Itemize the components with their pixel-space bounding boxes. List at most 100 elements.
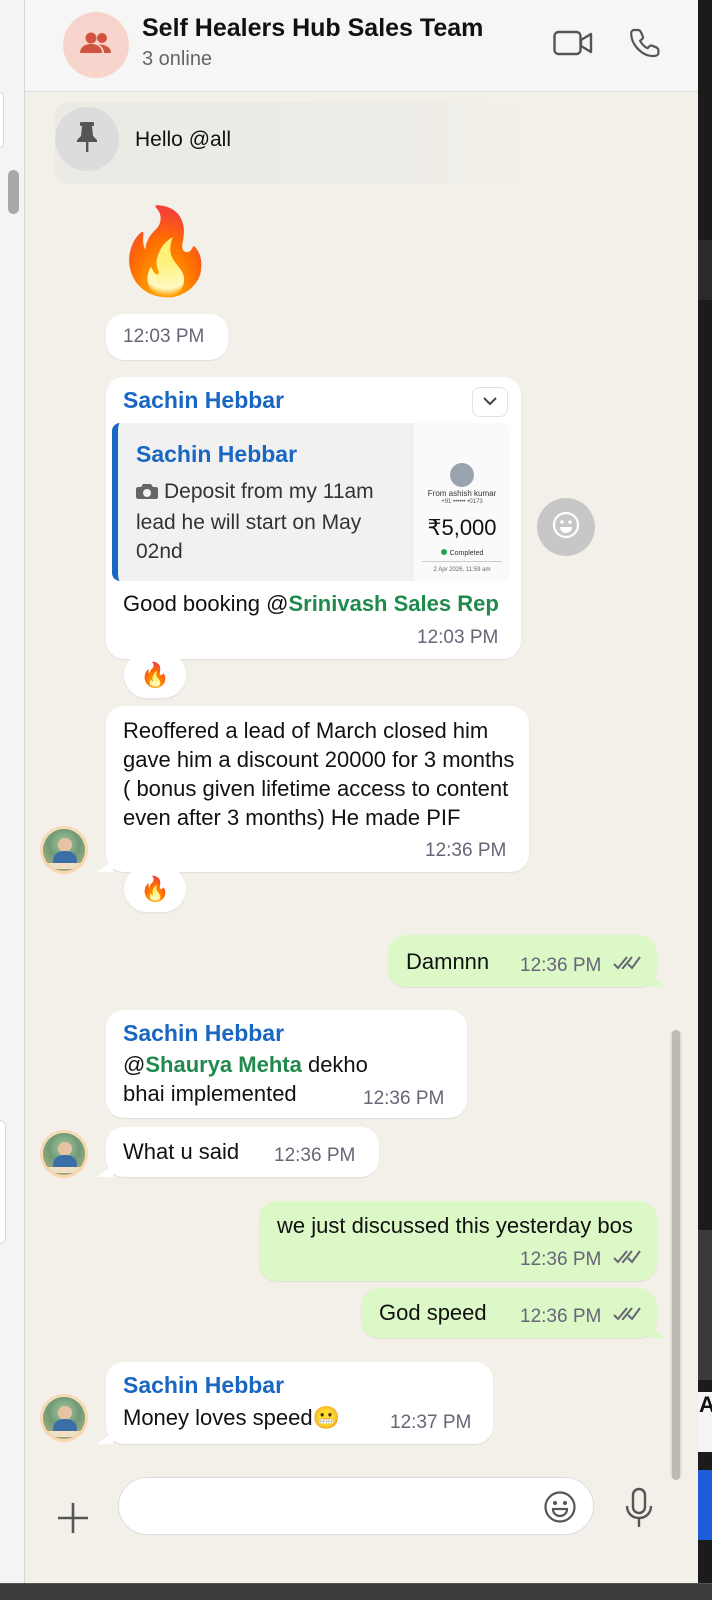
- double-check-icon: [612, 1306, 641, 1328]
- add-reaction-button[interactable]: [537, 498, 595, 556]
- mention-link[interactable]: Shaurya Mehta: [145, 1052, 302, 1077]
- message-text: we just discussed this yesterday bos: [277, 1213, 633, 1238]
- message-time: 12:37 PM: [390, 1412, 472, 1433]
- voice-call-button[interactable]: [629, 28, 663, 62]
- pinned-message-text: Hello @all: [135, 128, 232, 151]
- sender-avatar[interactable]: [40, 1394, 88, 1442]
- background-window-edge: A: [698, 0, 712, 1583]
- pin-icon: [73, 120, 101, 159]
- chat-scrollbar-thumb[interactable]: [672, 1030, 680, 1480]
- bubble-tail: [650, 975, 666, 987]
- background-window-fragment: [698, 1470, 712, 1540]
- thumbnail-date: 2 Apr 2026, 11:59 am: [433, 567, 491, 573]
- voice-message-button[interactable]: [623, 1487, 655, 1534]
- message-text-prefix: Good booking @: [123, 591, 289, 616]
- message-text: What u said: [123, 1139, 240, 1164]
- large-emoji-message[interactable]: 🔥: [113, 196, 218, 306]
- message-text: Money loves speed😬: [123, 1405, 340, 1430]
- thumbnail-from-text: From ashish kumar: [427, 489, 497, 498]
- message-time: 12:36 PM: [520, 1249, 641, 1271]
- message-time: 12:36 PM: [520, 955, 641, 977]
- pinned-message-banner[interactable]: Hello @all: [55, 102, 545, 184]
- reaction-badge[interactable]: 🔥: [124, 866, 186, 912]
- outgoing-message[interactable]: Damnnn 12:36 PM: [388, 935, 666, 987]
- message-text: Damnnn: [406, 949, 490, 974]
- video-camera-icon: [553, 29, 593, 62]
- sender-avatar[interactable]: [40, 1130, 88, 1178]
- outgoing-message[interactable]: God speed 12:36 PM: [361, 1288, 666, 1338]
- thumbnail-divider: [422, 561, 502, 562]
- reaction-badge[interactable]: 🔥: [124, 652, 186, 698]
- message-time: 12:03 PM: [417, 627, 499, 648]
- message-time-text: 12:36 PM: [520, 955, 602, 977]
- emoji-button[interactable]: [541, 1490, 579, 1528]
- chevron-down-icon: [482, 393, 498, 411]
- bubble-tail: [650, 1326, 666, 1338]
- mention-prefix: @: [123, 1052, 146, 1077]
- message-time-text: 12:36 PM: [520, 1306, 602, 1328]
- message-text: Reoffered a lead of March closed him gav…: [123, 718, 515, 830]
- reply-message[interactable]: Sachin Hebbar Sachin Hebbar Deposit from…: [106, 377, 521, 659]
- phone-icon: [630, 27, 662, 64]
- status-dot: [440, 549, 447, 555]
- thumbnail-phone-text: +91 •••••• •0173: [441, 499, 483, 505]
- incoming-message[interactable]: Sachin Hebbar @Shaurya Mehta dekho bhai …: [106, 1010, 467, 1118]
- message-text: @Shaurya Mehta dekho bhai implemented: [123, 1050, 373, 1108]
- outgoing-message[interactable]: we just discussed this yesterday bos 12:…: [259, 1201, 657, 1281]
- message-composer: [25, 1477, 698, 1583]
- quoted-sender: Sachin Hebbar: [136, 441, 298, 467]
- thumbnail-amount: ₹5,000: [427, 515, 497, 540]
- message-options-button[interactable]: [472, 387, 508, 417]
- thumbnail-status: Completed: [414, 549, 510, 557]
- message-text: Good booking @Srinivash Sales Rep: [123, 589, 503, 618]
- quoted-image-thumbnail[interactable]: From ashish kumar +91 •••••• •0173 ₹5,00…: [414, 423, 510, 581]
- message-input[interactable]: [118, 1477, 594, 1535]
- camera-icon: [136, 479, 158, 508]
- quoted-text: Deposit from my 11am lead he will start …: [136, 480, 374, 563]
- double-check-icon: [612, 1249, 641, 1271]
- quoted-message[interactable]: Sachin Hebbar Deposit from my 11am lead …: [112, 423, 510, 581]
- incoming-message[interactable]: Sachin Hebbar Money loves speed😬 12:37 P…: [97, 1362, 493, 1444]
- background-window-fragment: [698, 240, 712, 300]
- group-avatar[interactable]: [63, 12, 129, 78]
- smiley-icon: [551, 510, 581, 545]
- attach-button[interactable]: [53, 1500, 93, 1540]
- microphone-icon: [624, 1487, 654, 1534]
- message-time: 12:03 PM: [123, 326, 205, 347]
- sender-avatar[interactable]: [40, 826, 88, 874]
- message-sender[interactable]: Sachin Hebbar: [123, 1372, 284, 1399]
- pin-button[interactable]: [55, 107, 119, 171]
- thumbnail-status-text: Completed: [449, 550, 484, 557]
- left-panel-scrollbar[interactable]: [8, 170, 19, 214]
- message-text: God speed: [379, 1300, 487, 1325]
- incoming-message[interactable]: Reoffered a lead of March closed him gav…: [97, 706, 529, 872]
- background-window-letter: A: [698, 1392, 712, 1452]
- bubble-tail: [97, 860, 113, 872]
- incoming-message[interactable]: What u said 12:36 PM: [97, 1127, 379, 1177]
- video-call-button[interactable]: [553, 28, 593, 62]
- left-panel-card-edge: [0, 1120, 6, 1244]
- online-count: 3 online: [142, 48, 213, 70]
- emoji-icon: [543, 1490, 577, 1529]
- left-panel-card-edge: [0, 92, 4, 148]
- message-sender[interactable]: Sachin Hebbar: [123, 1020, 284, 1047]
- plus-icon: [56, 1501, 90, 1540]
- message-sender[interactable]: Sachin Hebbar: [123, 387, 284, 414]
- background-window-fragment: [698, 1230, 712, 1380]
- window-bottom-bar: [0, 1583, 712, 1600]
- bubble-tail: [97, 1165, 113, 1177]
- message-time: 12:36 PM: [363, 1088, 445, 1109]
- message-time: 12:36 PM: [425, 840, 507, 861]
- message-time-text: 12:36 PM: [520, 1249, 602, 1271]
- message-time: 12:36 PM: [520, 1306, 641, 1328]
- chat-window: Self Healers Hub Sales Team 3 online Hel…: [25, 0, 698, 1583]
- emoji-timestamp-bubble: 12:03 PM: [106, 314, 228, 360]
- message-time: 12:36 PM: [274, 1145, 356, 1166]
- chat-title[interactable]: Self Healers Hub Sales Team: [142, 14, 483, 43]
- chat-header: Self Healers Hub Sales Team 3 online: [25, 0, 698, 92]
- double-check-icon: [612, 955, 641, 977]
- left-panel-edge: [0, 0, 25, 1583]
- mention-link[interactable]: Srinivash Sales Rep: [288, 591, 498, 616]
- chat-scrollbar[interactable]: [670, 1030, 682, 1480]
- bubble-tail: [97, 1432, 113, 1444]
